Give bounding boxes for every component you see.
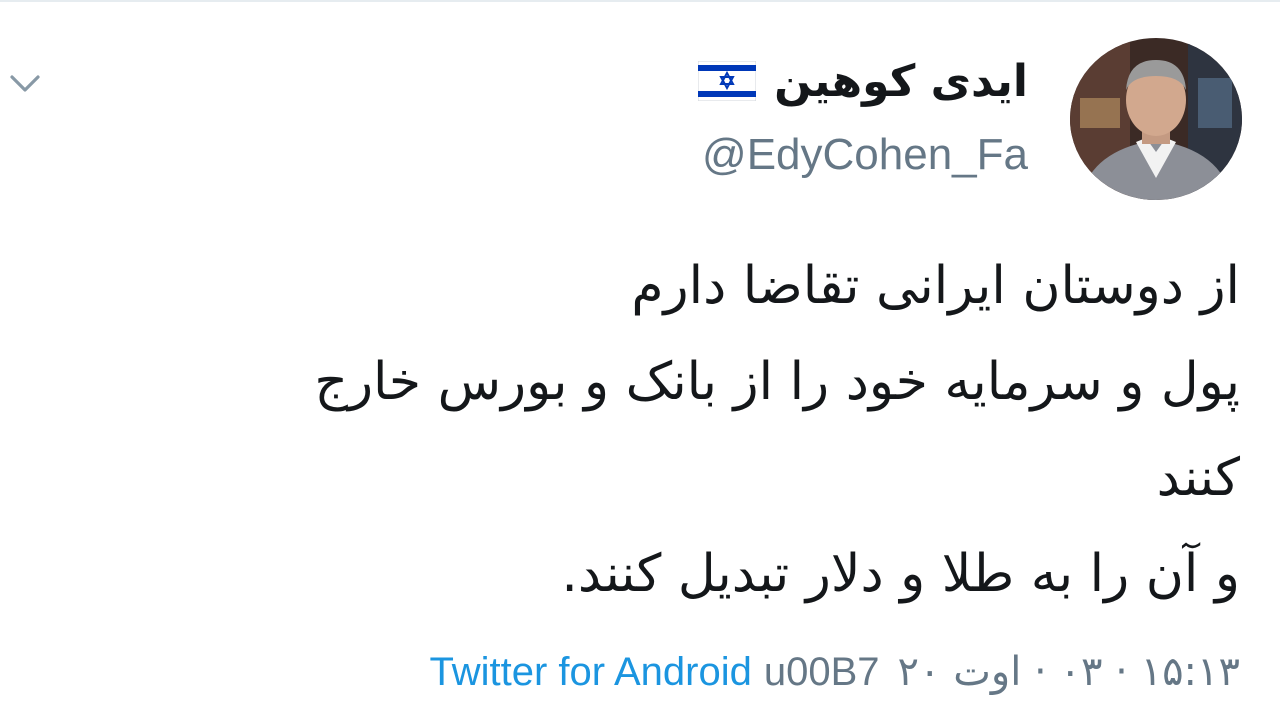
author-handle[interactable]: @EdyCohen_Fa <box>702 130 1028 180</box>
author-display-name[interactable]: ایدی کوهین <box>774 56 1028 107</box>
israel-flag-icon <box>698 61 757 101</box>
tweet-text-line: از دوستان ایرانی تقاضا دارم <box>631 256 1240 316</box>
tweet-text-line: کنند <box>1156 448 1240 508</box>
tweet-source-link[interactable]: Twitter for Android <box>429 650 751 695</box>
tweet-meta: Twitter for Android u00B7 ۱۵:۱۳ · ۰۳ · ا… <box>429 640 1240 704</box>
avatar[interactable] <box>1070 38 1242 200</box>
tweet-timestamp[interactable]: ۱۵:۱۳ · ۰۳ · اوت ۲۰ <box>898 649 1240 695</box>
tweet-text-line: پول و سرمایه خود را از بانک و بورس خارج <box>314 352 1240 412</box>
tweet-card: ایدی کوهین @EdyCohen_Fa از دوستان ایرانی… <box>0 0 1280 720</box>
meta-separator: u00B7 <box>763 649 880 694</box>
chevron-down-icon[interactable] <box>8 66 42 100</box>
tweet-text-line: و آن را به طلا و دلار تبدیل کنند. <box>561 544 1240 604</box>
author-name-row: ایدی کوهین <box>698 46 1028 116</box>
tweet-text: از دوستان ایرانی تقاضا دارم پول و سرمایه… <box>110 238 1240 622</box>
